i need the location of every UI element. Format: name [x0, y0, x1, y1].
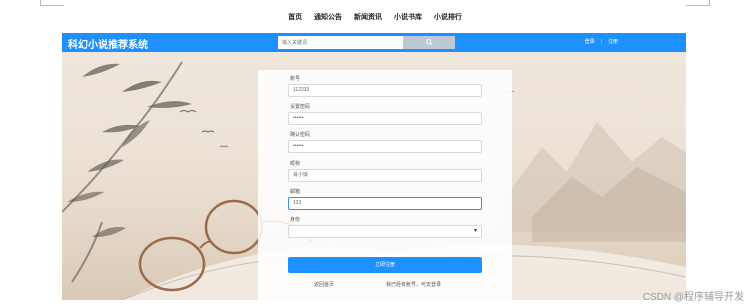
email-field[interactable]: 123 — [288, 197, 482, 210]
search-input[interactable] — [278, 36, 403, 49]
login-link[interactable]: 登录 — [585, 39, 595, 45]
nav-item-ranking[interactable]: 小说排行 — [434, 12, 462, 22]
nickname-field[interactable]: 肖小饭 — [288, 169, 482, 182]
back-home-link[interactable]: 返回首页 — [314, 281, 334, 288]
nav-item-notices[interactable]: 通知公告 — [314, 12, 342, 22]
nav-item-news[interactable]: 新闻资讯 — [354, 12, 382, 22]
register-link[interactable]: 注册 — [608, 39, 618, 45]
register-form: 账号 112233 设置密码 •••••• 确认密码 •••••• 昵称 肖小饭… — [258, 70, 512, 300]
chevron-down-icon: ▾ — [473, 228, 477, 234]
corner-mark-left — [40, 0, 64, 6]
nickname-label: 昵称 — [290, 161, 301, 167]
account-field[interactable]: 112233 — [288, 84, 482, 97]
hero-banner: 账号 112233 设置密码 •••••• 确认密码 •••••• 昵称 肖小饭… — [62, 52, 686, 300]
login-prompt-link[interactable]: 我已经有账号，可去登录 — [386, 281, 441, 288]
top-nav: 首页 通知公告 新闻资讯 小说书库 小说排行 — [0, 12, 750, 22]
register-button[interactable]: 立即注册 — [288, 257, 482, 273]
corner-mark-right — [686, 0, 710, 6]
role-label: 身份 — [290, 217, 301, 223]
account-label: 账号 — [290, 76, 301, 82]
email-label: 邮箱 — [290, 189, 301, 195]
confirm-password-label: 确认密码 — [290, 132, 311, 138]
password-label: 设置密码 — [290, 104, 311, 110]
role-select[interactable]: ▾ — [288, 225, 482, 238]
search-icon — [425, 38, 433, 46]
csdn-watermark: CSDN @程序辅导开发 — [642, 292, 744, 303]
nav-item-home[interactable]: 首页 — [288, 12, 302, 22]
nav-item-library[interactable]: 小说书库 — [394, 12, 422, 22]
search-button[interactable] — [403, 36, 455, 49]
brand-title: 科幻小说推荐系统 — [68, 40, 148, 51]
password-field[interactable]: •••••• — [288, 112, 482, 125]
header-links: 登录 | 注册 — [585, 38, 618, 45]
header-bar: 科幻小说推荐系统 登录 | 注册 — [62, 33, 686, 52]
link-divider: | — [600, 39, 602, 45]
confirm-password-field[interactable]: •••••• — [288, 140, 482, 153]
